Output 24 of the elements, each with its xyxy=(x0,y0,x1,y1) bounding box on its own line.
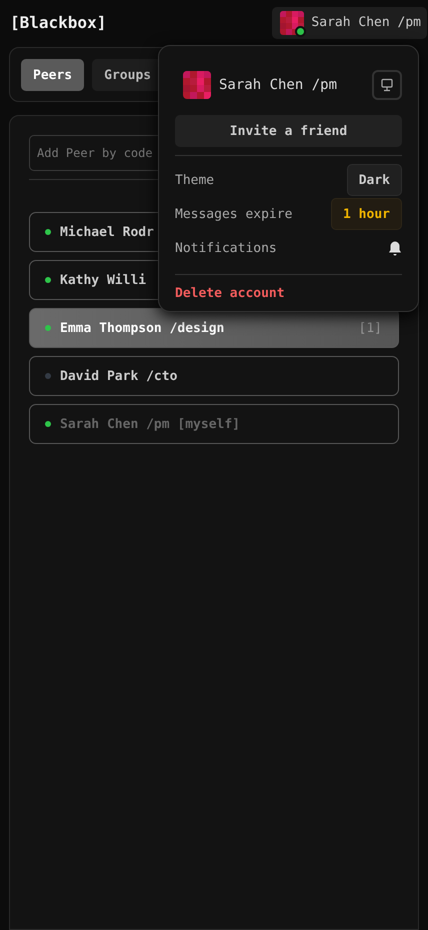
invite-button[interactable]: Invite a friend xyxy=(175,115,402,147)
avatar-icon xyxy=(183,71,211,99)
unread-count: [1] xyxy=(358,320,382,336)
app-title: [Blackbox] xyxy=(10,13,106,32)
monitor-button[interactable] xyxy=(372,70,402,100)
avatar-icon xyxy=(280,10,304,34)
account-button[interactable]: Sarah Chen /pm xyxy=(272,6,427,38)
peer-name: Michael Rodr xyxy=(60,224,155,240)
peer-name: Sarah Chen /pm [myself] xyxy=(60,416,242,432)
peer-item[interactable]: David Park /cto xyxy=(29,356,399,396)
peer-name: Kathy Willi xyxy=(60,272,148,288)
delete-account-link[interactable]: Delete account xyxy=(175,286,402,301)
peer-name: Emma Thompson /design xyxy=(60,320,226,336)
bell-icon[interactable] xyxy=(388,240,402,256)
user-name: Sarah Chen /pm xyxy=(219,77,338,93)
theme-button[interactable]: Dark xyxy=(346,164,402,196)
setting-label: Theme xyxy=(175,172,214,188)
expiry-button[interactable]: 1 hour xyxy=(331,198,402,230)
setting-label: Messages expire xyxy=(175,206,292,222)
peer-name: David Park /cto xyxy=(60,368,178,384)
setting-label: Notifications xyxy=(175,240,277,256)
peer-item[interactable]: Emma Thompson /design [1] xyxy=(29,308,399,348)
tab[interactable]: Peers xyxy=(21,59,84,91)
monitor-icon xyxy=(380,78,394,92)
